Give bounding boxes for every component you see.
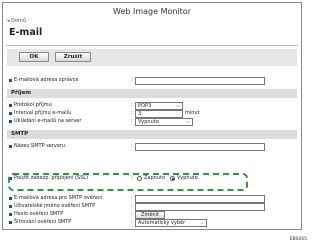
save-on-server-label: Ukládání e-mailů na server — [14, 118, 82, 124]
auth-encryption-select[interactable]: Automatický výběr ⌵ — [135, 219, 207, 227]
bullet-icon — [9, 120, 12, 123]
bullet-icon — [9, 112, 12, 115]
toolbar: OK Zrušit — [7, 49, 297, 66]
bullet-icon — [9, 205, 12, 208]
save-on-server-select[interactable]: Vypnuto ⌵ — [135, 118, 193, 126]
save-on-server-value: Vypnuto — [138, 119, 159, 125]
page-title: E-mail — [9, 27, 43, 38]
smtp-server-row: Název SMTP serveru : — [9, 142, 299, 151]
bullet-icon — [9, 145, 12, 148]
chevron-down-icon: ⌵ — [200, 220, 204, 226]
bullet-icon — [9, 213, 12, 216]
smtp-server-input[interactable] — [135, 143, 265, 151]
ok-button[interactable]: OK — [19, 52, 49, 62]
window-title: Web Image Monitor — [113, 7, 191, 16]
admin-email-label: E-mailová adresa správce — [14, 77, 79, 83]
bullet-icon — [9, 104, 12, 107]
auth-encryption-label: Šifrování ověření SMTP — [14, 219, 72, 225]
cancel-button[interactable]: Zrušit — [55, 52, 91, 62]
bullet-icon — [9, 79, 12, 82]
save-on-server-row: Ukládání e-mailů na server : Vypnuto ⌵ — [9, 117, 299, 126]
chevron-down-icon: ⌵ — [186, 119, 190, 125]
section-smtp: SMTP — [7, 130, 297, 139]
back-link[interactable]: ◂ Domů — [7, 18, 26, 24]
section-receive: Příjem — [7, 89, 297, 98]
ssl-highlight-callout — [8, 173, 248, 191]
bullet-icon — [9, 221, 12, 224]
bullet-icon — [9, 197, 12, 200]
title-divider — [7, 45, 297, 46]
figure-code: EBS065 — [289, 237, 307, 242]
admin-email-input[interactable] — [135, 77, 265, 85]
admin-email-row: E-mailová adresa správce : — [9, 76, 299, 85]
browser-window: Web Image Monitor ◂ Domů E-mail OK Zruši… — [2, 2, 302, 230]
auth-encryption-row: Šifrování ověření SMTP : Automatický výb… — [9, 218, 299, 227]
smtp-server-label: Název SMTP serveru — [14, 143, 66, 149]
auth-encryption-value: Automatický výběr — [138, 220, 186, 226]
